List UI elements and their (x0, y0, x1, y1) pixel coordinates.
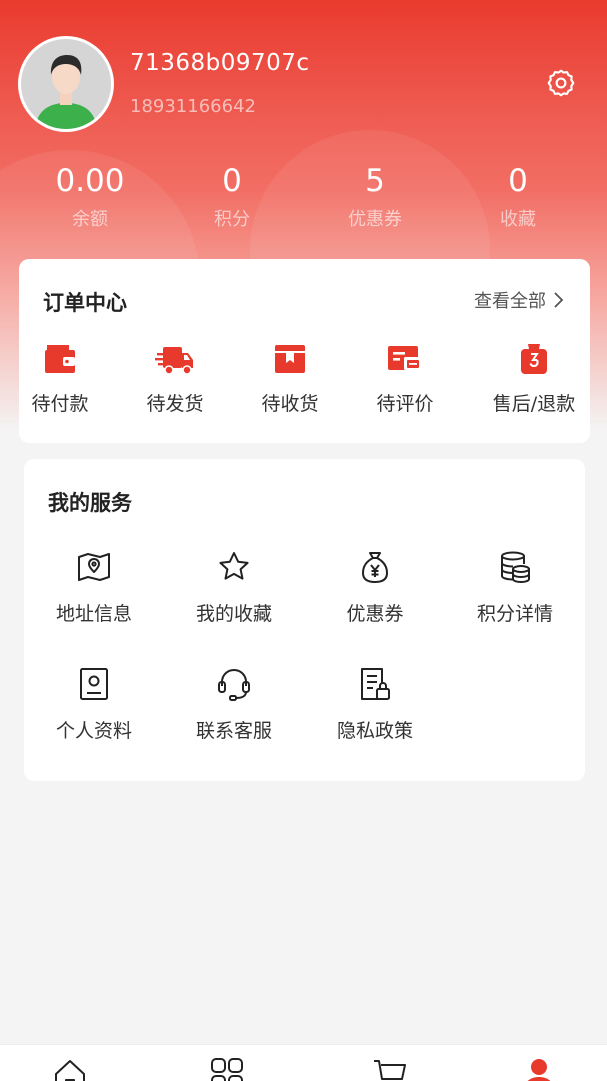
service-coupons[interactable]: 优惠券 (305, 549, 445, 626)
avatar[interactable] (18, 36, 114, 132)
service-profile[interactable]: 个人资料 (24, 666, 164, 743)
wallet-icon (45, 345, 75, 373)
service-label: 地址信息 (55, 603, 132, 625)
service-label: 个人资料 (55, 720, 132, 742)
stat-value: 0 (508, 163, 528, 199)
star-icon (219, 552, 249, 580)
profile-card-icon (80, 668, 108, 700)
avatar-person-icon (21, 39, 111, 129)
stat-favorites[interactable]: 0 收藏 (458, 160, 578, 238)
tab-category[interactable] (209, 1057, 249, 1081)
settings-button[interactable] (545, 67, 577, 99)
service-address[interactable]: 地址信息 (24, 549, 164, 626)
service-privacy-policy[interactable]: 隐私政策 (305, 666, 445, 743)
services-card: 我的服务 地址信息 我的收藏 优惠券 积分详情 个人资料 联系客服 隐私政策 (24, 459, 585, 781)
service-label: 联系客服 (195, 720, 272, 742)
order-after-sales[interactable]: 售后/退款 (479, 341, 589, 416)
tab-me[interactable] (521, 1057, 561, 1081)
stat-value: 0 (222, 163, 242, 199)
order-center-card: 订单中心 查看全部 待付款 待发货 待收货 待评价 售后/退款 (19, 259, 590, 443)
service-favorites[interactable]: 我的收藏 (164, 549, 304, 626)
cart-icon (374, 1060, 406, 1080)
services-title: 我的服务 (48, 491, 132, 515)
stat-points[interactable]: 0 积分 (172, 160, 292, 238)
privacy-doc-icon (361, 668, 390, 700)
order-center-title: 订单中心 (43, 291, 127, 315)
order-pending-receipt[interactable]: 待收货 (235, 341, 345, 416)
user-icon (527, 1059, 551, 1081)
money-bag-icon (362, 552, 388, 583)
service-label: 隐私政策 (336, 720, 413, 742)
map-pin-icon (78, 553, 110, 581)
username: 71368b09707c (130, 50, 310, 76)
refund-bag-icon (521, 344, 547, 374)
headset-icon (218, 669, 250, 701)
service-contact-support[interactable]: 联系客服 (164, 666, 304, 743)
stat-label: 收藏 (500, 209, 536, 230)
order-item-label: 待发货 (146, 393, 204, 415)
review-icon (388, 346, 422, 370)
stat-label: 优惠券 (348, 209, 402, 230)
stat-label: 余额 (72, 209, 108, 230)
truck-icon (155, 347, 193, 375)
service-label: 优惠券 (346, 603, 404, 625)
order-item-label: 售后/退款 (492, 393, 576, 415)
order-item-label: 待付款 (31, 393, 89, 415)
bottom-tab-bar (0, 1044, 607, 1081)
order-pending-review[interactable]: 待评价 (350, 341, 460, 416)
phone-number: 18931166642 (130, 96, 256, 117)
order-pending-shipment[interactable]: 待发货 (120, 341, 230, 416)
gear-icon (547, 69, 575, 97)
stat-balance[interactable]: 0.00 余额 (30, 160, 150, 238)
stat-coupons[interactable]: 5 优惠券 (315, 160, 435, 238)
service-label: 我的收藏 (195, 603, 272, 625)
service-label: 积分详情 (476, 603, 553, 625)
view-all-orders-link[interactable]: 查看全部 (474, 287, 564, 313)
tab-cart[interactable] (372, 1057, 412, 1081)
stat-value: 0.00 (55, 163, 125, 199)
tab-home[interactable] (52, 1057, 92, 1081)
home-icon (55, 1060, 85, 1081)
chevron-right-icon (554, 292, 564, 308)
box-icon (275, 345, 305, 373)
coins-icon (501, 551, 530, 583)
service-points-detail[interactable]: 积分详情 (445, 549, 585, 626)
stat-label: 积分 (214, 209, 250, 230)
stat-value: 5 (365, 163, 385, 199)
category-icon (211, 1058, 243, 1081)
view-all-label: 查看全部 (474, 291, 546, 312)
order-item-label: 待评价 (376, 393, 434, 415)
order-item-label: 待收货 (261, 393, 319, 415)
order-pending-payment[interactable]: 待付款 (5, 341, 115, 416)
